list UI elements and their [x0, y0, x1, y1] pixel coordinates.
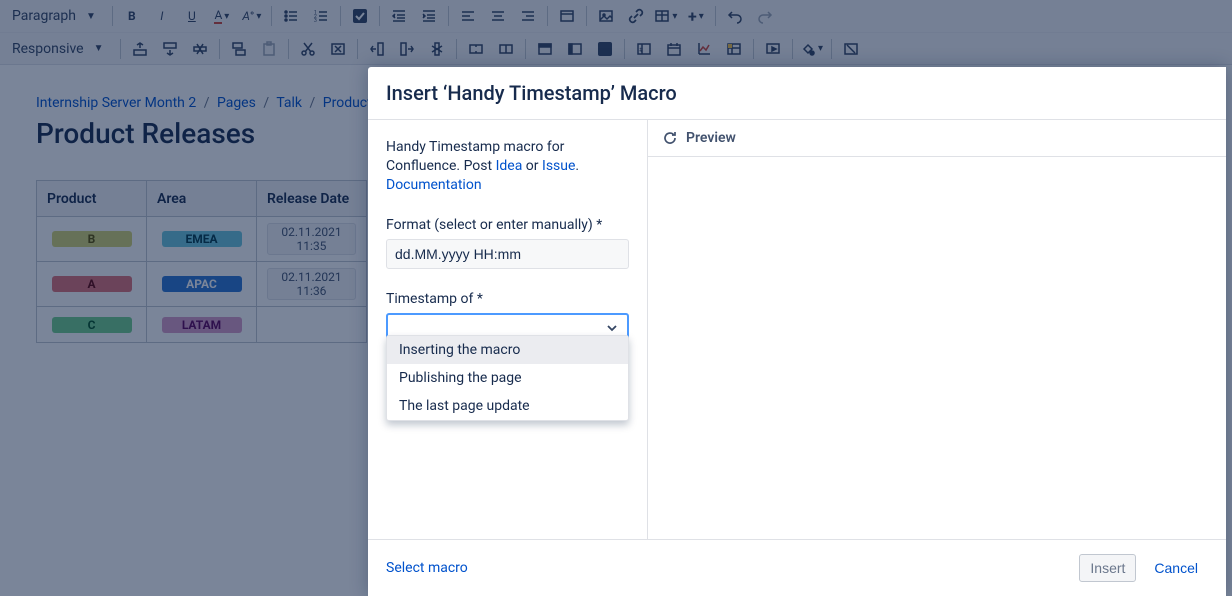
insert-macro-modal: Insert ‘Handy Timestamp’ Macro Handy Tim… [368, 67, 1226, 596]
cancel-button[interactable]: Cancel [1144, 555, 1208, 581]
dropdown-option[interactable]: Publishing the page [387, 364, 628, 392]
modal-header: Insert ‘Handy Timestamp’ Macro [368, 67, 1226, 120]
macro-description: Handy Timestamp macro for Confluence. Po… [386, 138, 629, 195]
refresh-icon[interactable] [662, 130, 678, 146]
modal-footer: Select macro Insert Cancel [368, 539, 1226, 596]
insert-button[interactable]: Insert [1079, 554, 1136, 582]
documentation-link[interactable]: Documentation [386, 177, 482, 193]
modal-title: Insert ‘Handy Timestamp’ Macro [386, 81, 1208, 105]
issue-link[interactable]: Issue [542, 158, 575, 174]
format-label: Format (select or enter manually) * [386, 217, 629, 233]
format-input[interactable] [386, 239, 629, 269]
select-macro-link[interactable]: Select macro [386, 560, 468, 576]
modal-form-panel: Handy Timestamp macro for Confluence. Po… [368, 120, 648, 539]
chevron-down-icon [605, 321, 619, 335]
idea-link[interactable]: Idea [496, 158, 523, 174]
dropdown-option[interactable]: The last page update [387, 392, 628, 420]
preview-label: Preview [686, 130, 736, 146]
modal-preview-panel: Preview [648, 120, 1226, 539]
timestamp-label: Timestamp of * [386, 291, 629, 307]
timestamp-dropdown: Inserting the macro Publishing the page … [386, 335, 629, 421]
dropdown-option[interactable]: Inserting the macro [387, 336, 628, 364]
